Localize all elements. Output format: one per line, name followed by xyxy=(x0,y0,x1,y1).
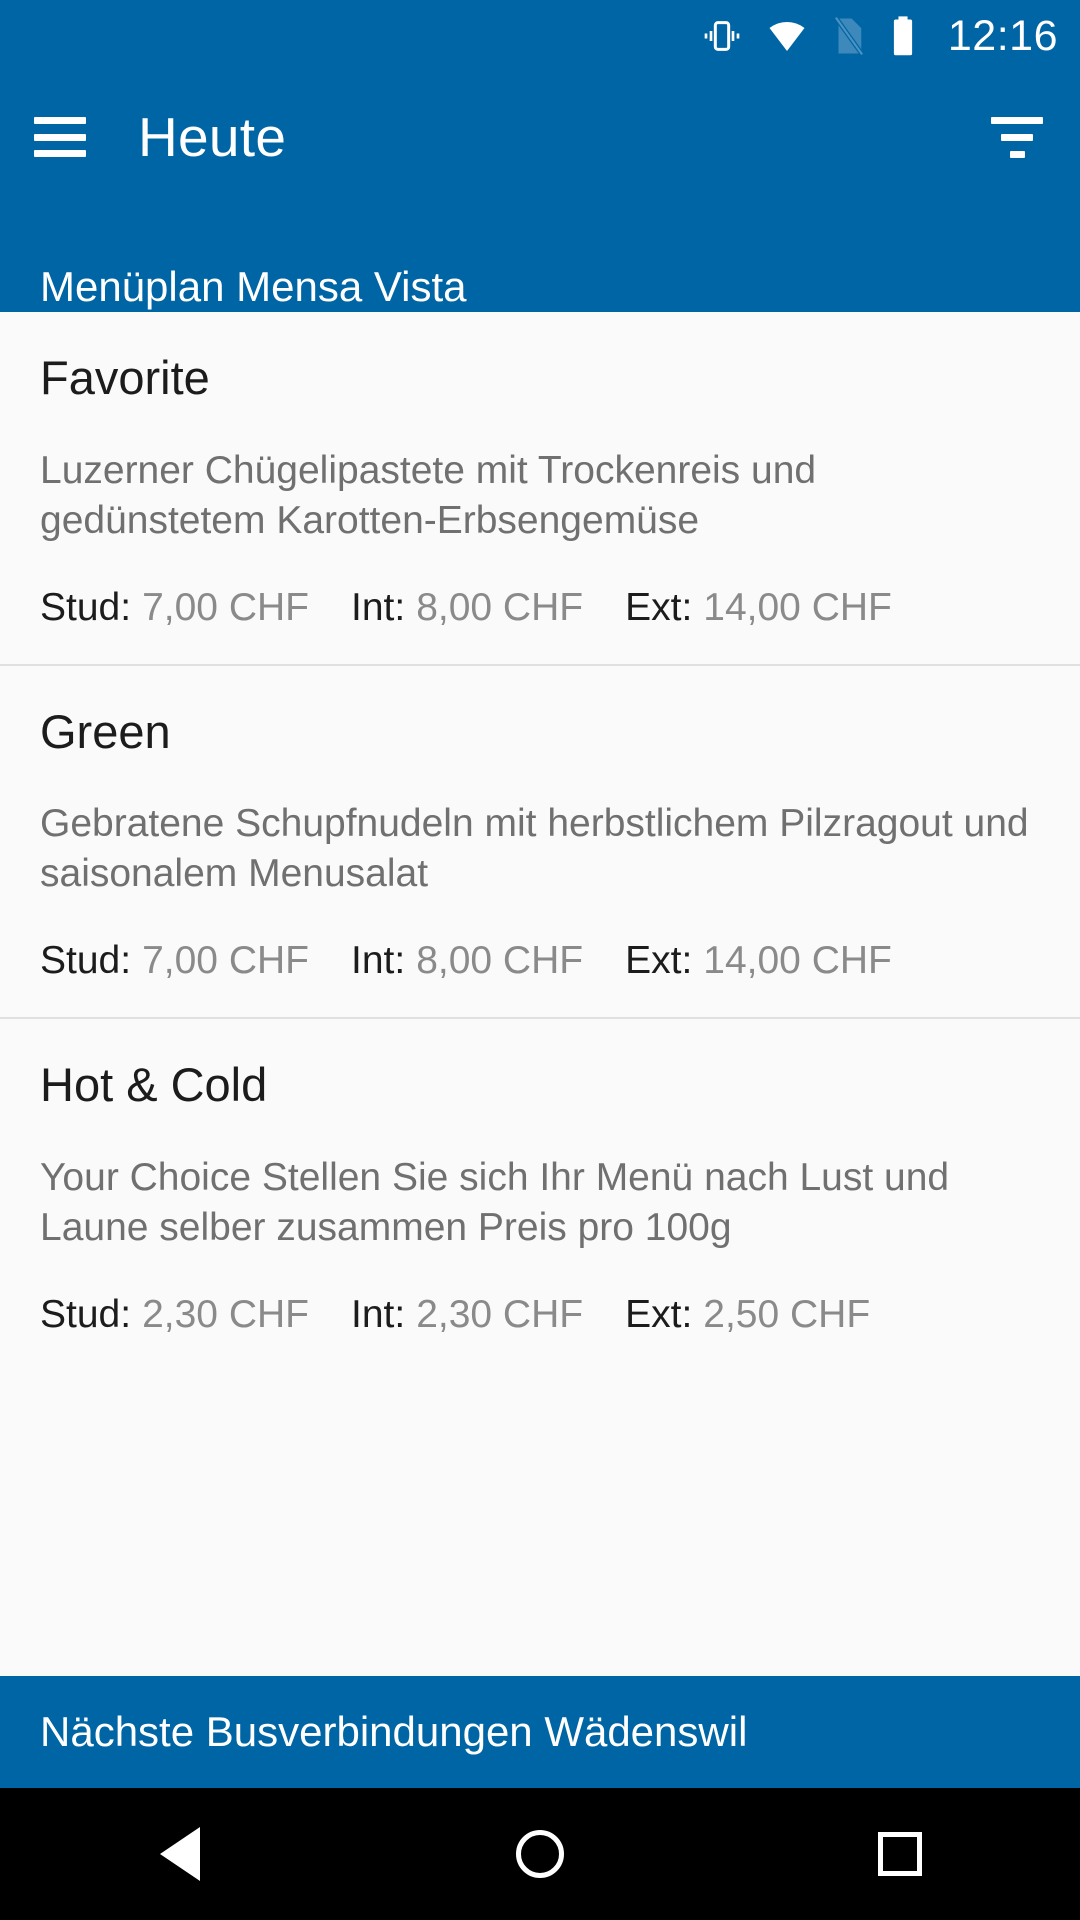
status-bar: 12:16 xyxy=(0,0,1080,72)
price-label: Ext: xyxy=(625,939,693,982)
price-value: 7,00 CHF xyxy=(142,939,309,982)
hamburger-menu-icon[interactable] xyxy=(34,117,86,157)
menu-description: Gebratene Schupfnudeln mit herbstlichem … xyxy=(40,802,1029,896)
price-label: Stud: xyxy=(40,1292,132,1336)
menu-card[interactable]: Green Gebratene Schupfnudeln mit herbstl… xyxy=(0,663,1080,1017)
price-value: 8,00 CHF xyxy=(416,939,584,982)
price-internal: Int: 2,30 CHF xyxy=(351,1293,583,1337)
app-bar: Heute Menüplan Mensa Vista xyxy=(0,72,1080,312)
price-student: Stud: 2,30 CHF xyxy=(40,1293,309,1337)
menu-description: Luzerner Chügelipastete mit Trockenreis … xyxy=(40,448,817,542)
app-bar-subtitle: Menüplan Mensa Vista xyxy=(40,263,467,310)
price-external: Ext: 14,00 CHF xyxy=(625,939,892,983)
filter-bar xyxy=(991,116,1043,124)
bus-connections-title: Nächste Busverbindungen Wädenswil xyxy=(40,1708,748,1755)
vibrate-icon xyxy=(704,21,740,51)
price-value: 2,30 CHF xyxy=(142,1292,309,1336)
hamburger-bar xyxy=(34,133,86,141)
price-label: Int: xyxy=(350,1292,406,1336)
price-value: 8,00 CHF xyxy=(416,585,584,629)
price-value: 2,30 CHF xyxy=(416,1292,584,1336)
bus-connections-banner[interactable]: Nächste Busverbindungen Wädenswil xyxy=(0,1676,1080,1788)
home-circle-icon xyxy=(516,1830,564,1878)
menu-title: Favorite xyxy=(40,351,210,404)
filter-bar xyxy=(1001,133,1033,141)
price-student: Stud: 7,00 CHF xyxy=(40,586,309,630)
price-label: Stud: xyxy=(40,585,132,629)
android-navigation-bar xyxy=(0,1788,1080,1920)
price-external: Ext: 14,00 CHF xyxy=(625,586,892,630)
app-bar-top-row: Heute xyxy=(0,72,1080,202)
price-value: 7,00 CHF xyxy=(142,585,309,629)
price-label: Ext: xyxy=(625,585,693,629)
price-value: 14,00 CHF xyxy=(703,939,892,982)
price-label: Int: xyxy=(350,585,406,629)
status-bar-clock: 12:16 xyxy=(947,11,1058,60)
filter-bar xyxy=(1009,150,1025,158)
wifi-icon xyxy=(769,21,805,51)
menu-title: Green xyxy=(40,704,171,758)
menu-description: Your Choice Stellen Sie sich Ihr Menü na… xyxy=(40,1155,950,1249)
recents-button[interactable] xyxy=(840,1788,960,1920)
back-button[interactable] xyxy=(120,1788,240,1920)
price-row: Stud: 7,00 CHF Int: 8,00 CHF Ext: 14,00 … xyxy=(40,939,1040,983)
price-row: Stud: 7,00 CHF Int: 8,00 CHF Ext: 14,00 … xyxy=(40,586,1040,630)
hamburger-bar xyxy=(34,117,86,124)
recents-square-icon xyxy=(878,1832,922,1876)
price-value: 14,00 CHF xyxy=(703,585,892,629)
no-sim-icon xyxy=(833,16,864,56)
price-external: Ext: 2,50 CHF xyxy=(625,1293,870,1337)
price-label: Int: xyxy=(350,939,406,982)
price-label: Stud: xyxy=(40,939,132,982)
home-button[interactable] xyxy=(480,1788,600,1920)
menu-title: Hot & Cold xyxy=(40,1058,268,1111)
price-internal: Int: 8,00 CHF xyxy=(351,586,583,630)
menu-card[interactable]: Hot & Cold Your Choice Stellen Sie sich … xyxy=(0,1017,1080,1371)
price-label: Ext: xyxy=(625,1292,693,1336)
app-screen: 12:16 Heute Menüplan Mensa Vista Favorit… xyxy=(0,0,1080,1920)
page-title: Heute xyxy=(138,105,287,168)
battery-icon xyxy=(893,16,912,56)
menu-list[interactable]: Favorite Luzerner Chügelipastete mit Tro… xyxy=(0,312,1080,1676)
hamburger-bar xyxy=(34,150,86,157)
status-bar-icons xyxy=(702,15,916,57)
price-student: Stud: 7,00 CHF xyxy=(40,939,309,983)
price-value: 2,50 CHF xyxy=(703,1292,871,1336)
filter-icon[interactable] xyxy=(988,113,1046,161)
back-triangle-icon xyxy=(160,1827,200,1881)
menu-card[interactable]: Favorite Luzerner Chügelipastete mit Tro… xyxy=(0,312,1080,664)
price-internal: Int: 8,00 CHF xyxy=(351,939,583,983)
price-row: Stud: 2,30 CHF Int: 2,30 CHF Ext: 2,50 C… xyxy=(40,1293,1040,1337)
